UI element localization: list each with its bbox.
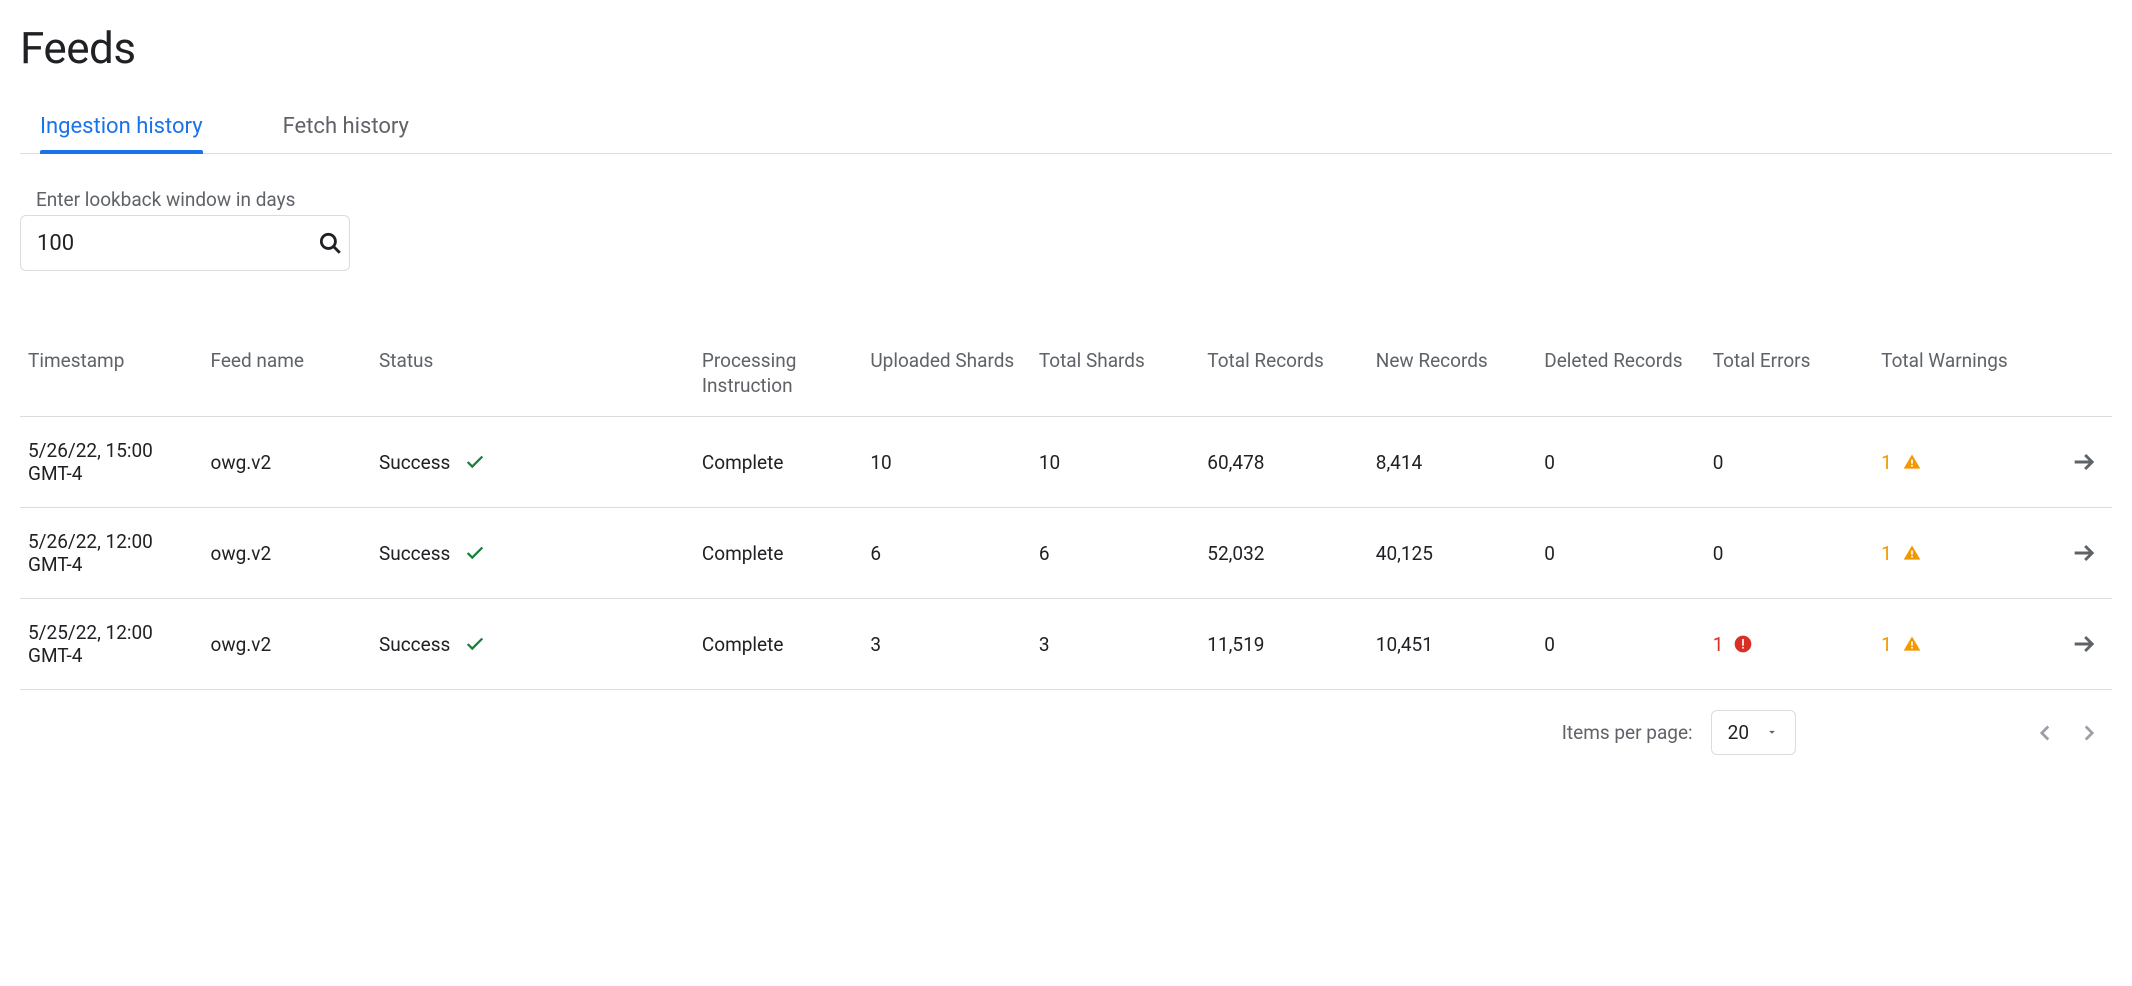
table-row: 5/26/22, 15:00 GMT-4owg.v2 Success Complet… bbox=[20, 417, 2112, 508]
tab-ingestion-history[interactable]: Ingestion history bbox=[40, 104, 203, 153]
col-header-processing-instruction: Processing Instruction bbox=[694, 341, 862, 417]
check-icon bbox=[464, 633, 486, 655]
cell-new-records: 10,451 bbox=[1368, 599, 1536, 690]
cell-deleted-records: 0 bbox=[1536, 599, 1704, 690]
arrow-right-icon bbox=[2070, 448, 2098, 476]
cell-feed-name: owg.v2 bbox=[203, 417, 371, 508]
total-errors-value: 1 bbox=[1713, 633, 1724, 656]
cell-deleted-records: 0 bbox=[1536, 417, 1704, 508]
cell-total-records: 11,519 bbox=[1199, 599, 1367, 690]
lookback-input[interactable] bbox=[35, 230, 317, 257]
total-warnings-value: 1 bbox=[1881, 542, 1892, 565]
check-icon bbox=[464, 542, 486, 564]
row-details-button[interactable] bbox=[2028, 508, 2112, 599]
cell-new-records: 40,125 bbox=[1368, 508, 1536, 599]
cell-total-warnings: 1 bbox=[1873, 417, 2027, 508]
cell-processing-instruction: Complete bbox=[694, 599, 862, 690]
col-header-uploaded-shards: Uploaded Shards bbox=[862, 341, 1030, 417]
col-header-feed-name: Feed name bbox=[203, 341, 371, 417]
pagination: Items per page: 20 bbox=[20, 710, 2112, 755]
col-header-total-shards: Total Shards bbox=[1031, 341, 1199, 417]
tabs: Ingestion history Fetch history bbox=[20, 104, 2112, 154]
search-icon[interactable] bbox=[317, 230, 343, 256]
col-header-new-records: New Records bbox=[1368, 341, 1536, 417]
table-row: 5/26/22, 12:00 GMT-4owg.v2 Success Complet… bbox=[20, 508, 2112, 599]
cell-total-records: 52,032 bbox=[1199, 508, 1367, 599]
lookback-field[interactable] bbox=[20, 215, 350, 271]
cell-total-shards: 10 bbox=[1031, 417, 1199, 508]
total-errors-value: 0 bbox=[1713, 451, 1724, 474]
warning-icon bbox=[1902, 543, 1922, 563]
cell-status: Success bbox=[371, 599, 554, 690]
status-text: Success bbox=[379, 542, 450, 565]
dropdown-icon bbox=[1765, 721, 1779, 744]
check-icon bbox=[464, 451, 486, 473]
table-row: 5/25/22, 12:00 GMT-4owg.v2 Success Complet… bbox=[20, 599, 2112, 690]
cell-uploaded-shards: 10 bbox=[862, 417, 1030, 508]
cell-uploaded-shards: 6 bbox=[862, 508, 1030, 599]
col-header-spacer bbox=[554, 341, 694, 417]
cell-timestamp: 5/25/22, 12:00 GMT-4 bbox=[20, 599, 203, 690]
col-header-total-errors: Total Errors bbox=[1705, 341, 1873, 417]
total-errors-value: 0 bbox=[1713, 542, 1724, 565]
cell-total-records: 60,478 bbox=[1199, 417, 1367, 508]
col-header-total-records: Total Records bbox=[1199, 341, 1367, 417]
col-header-arrow bbox=[2028, 341, 2112, 417]
prev-page-button[interactable] bbox=[2032, 720, 2058, 746]
ingestion-table: Timestamp Feed name Status Processing In… bbox=[20, 341, 2112, 690]
row-details-button[interactable] bbox=[2028, 599, 2112, 690]
warning-icon bbox=[1902, 452, 1922, 472]
cell-total-shards: 6 bbox=[1031, 508, 1199, 599]
col-header-deleted-records: Deleted Records bbox=[1536, 341, 1704, 417]
cell-status: Success bbox=[371, 417, 554, 508]
cell-feed-name: owg.v2 bbox=[203, 599, 371, 690]
row-details-button[interactable] bbox=[2028, 417, 2112, 508]
status-text: Success bbox=[379, 633, 450, 656]
total-warnings-value: 1 bbox=[1881, 633, 1892, 656]
cell-timestamp: 5/26/22, 12:00 GMT-4 bbox=[20, 508, 203, 599]
col-header-total-warnings: Total Warnings bbox=[1873, 341, 2027, 417]
arrow-right-icon bbox=[2070, 630, 2098, 658]
cell-deleted-records: 0 bbox=[1536, 508, 1704, 599]
cell-total-errors: 0 bbox=[1705, 508, 1873, 599]
arrow-right-icon bbox=[2070, 539, 2098, 567]
pagination-label: Items per page: bbox=[1562, 721, 1693, 744]
col-header-timestamp: Timestamp bbox=[20, 341, 203, 417]
total-warnings-value: 1 bbox=[1881, 451, 1892, 474]
cell-spacer bbox=[554, 599, 694, 690]
cell-new-records: 8,414 bbox=[1368, 417, 1536, 508]
cell-processing-instruction: Complete bbox=[694, 417, 862, 508]
cell-spacer bbox=[554, 417, 694, 508]
cell-total-errors: 1 bbox=[1705, 599, 1873, 690]
cell-total-shards: 3 bbox=[1031, 599, 1199, 690]
cell-feed-name: owg.v2 bbox=[203, 508, 371, 599]
lookback-label: Enter lookback window in days bbox=[36, 188, 2112, 211]
warning-icon bbox=[1902, 634, 1922, 654]
page-title: Feeds bbox=[20, 22, 2112, 74]
cell-total-warnings: 1 bbox=[1873, 599, 2027, 690]
error-icon bbox=[1733, 634, 1753, 654]
cell-total-warnings: 1 bbox=[1873, 508, 2027, 599]
page-size-value: 20 bbox=[1728, 721, 1749, 744]
tab-fetch-history[interactable]: Fetch history bbox=[283, 104, 409, 153]
page-size-select[interactable]: 20 bbox=[1711, 710, 1796, 755]
status-text: Success bbox=[379, 451, 450, 474]
col-header-status: Status bbox=[371, 341, 554, 417]
next-page-button[interactable] bbox=[2076, 720, 2102, 746]
cell-spacer bbox=[554, 508, 694, 599]
cell-uploaded-shards: 3 bbox=[862, 599, 1030, 690]
cell-timestamp: 5/26/22, 15:00 GMT-4 bbox=[20, 417, 203, 508]
cell-total-errors: 0 bbox=[1705, 417, 1873, 508]
cell-processing-instruction: Complete bbox=[694, 508, 862, 599]
cell-status: Success bbox=[371, 508, 554, 599]
